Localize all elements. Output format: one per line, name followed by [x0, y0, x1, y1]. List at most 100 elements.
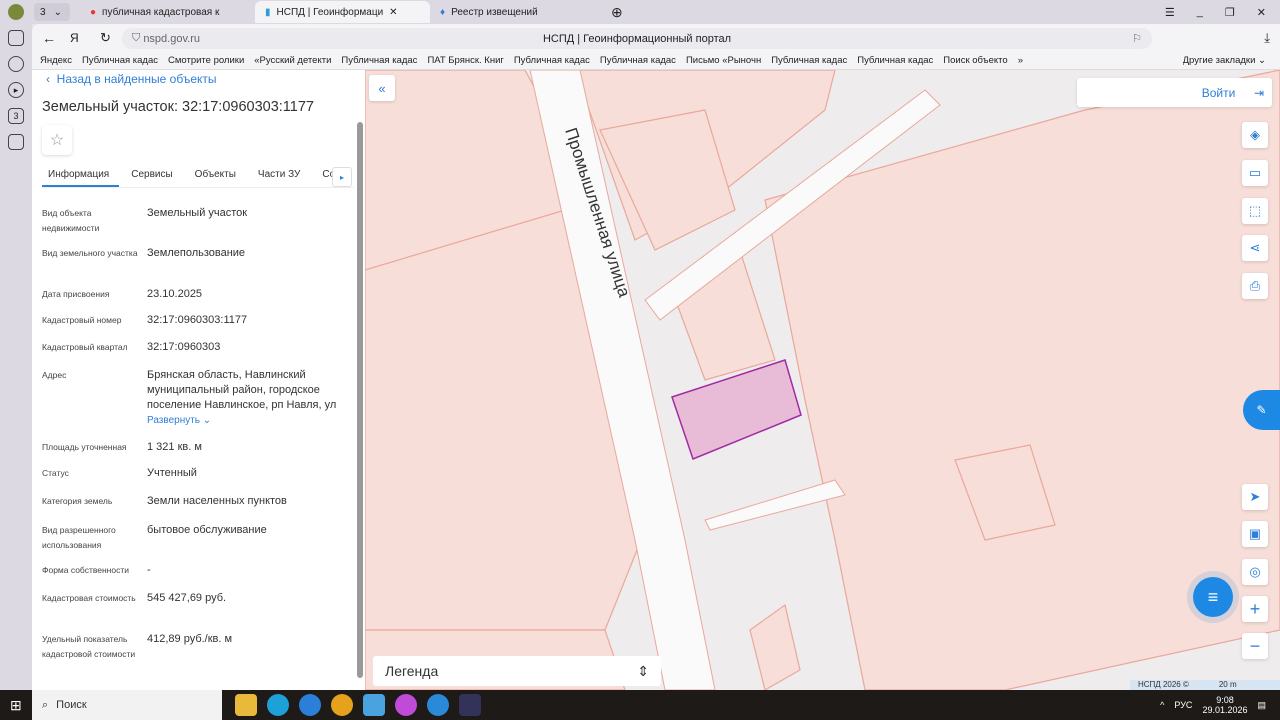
- emblem-icon: ♦: [440, 6, 446, 18]
- nspd-icon: ▮: [265, 6, 271, 18]
- bookmark-item[interactable]: Публичная кадас: [857, 55, 933, 66]
- address-bar: ← Я ↻ ⛉ nspd.gov.ru НСПД | Геоинформацио…: [32, 24, 1280, 52]
- collapse-panel-icon[interactable]: «: [369, 75, 395, 101]
- bookmark-item[interactable]: Публичная кадас: [341, 55, 417, 66]
- close-icon[interactable]: ✕: [389, 7, 397, 18]
- layers-icon[interactable]: ◈: [1242, 122, 1268, 148]
- bookmark-item[interactable]: «Русский детекти: [254, 55, 331, 66]
- bookmark-item[interactable]: ПАТ Брянск. Книг: [427, 55, 503, 66]
- close-window-icon[interactable]: ✕: [1257, 6, 1266, 19]
- field-value: 545 427,69 руб.: [147, 591, 352, 606]
- bookmark-item[interactable]: Публичная кадас: [82, 55, 158, 66]
- favorite-star-icon[interactable]: ☆: [42, 125, 72, 155]
- download-icon[interactable]: ⤓: [1264, 30, 1270, 46]
- more-bookmarks-icon[interactable]: »: [1018, 55, 1023, 66]
- field-row: Кадастровый квартал 32:17:0960303: [42, 340, 352, 355]
- field-row: Статус Учтенный: [42, 466, 352, 481]
- taskbar-search[interactable]: ⌕ Поиск: [32, 690, 222, 720]
- bookmark-item[interactable]: Смотрите ролики: [168, 55, 244, 66]
- explorer-icon[interactable]: [235, 694, 257, 716]
- tab-objects[interactable]: Объекты: [189, 160, 246, 187]
- play-icon[interactable]: ▸: [8, 82, 24, 98]
- bookmark-item[interactable]: Публичная кадас: [514, 55, 590, 66]
- bookmark-item[interactable]: Поиск объекто: [943, 55, 1007, 66]
- scale-bar: 20 m: [1218, 680, 1237, 689]
- selected-parcel: [671, 359, 802, 460]
- scrollbar[interactable]: [357, 122, 363, 678]
- language-indicator[interactable]: РУС: [1174, 700, 1192, 710]
- legend-dropdown[interactable]: Легенда ⇕: [373, 656, 661, 686]
- notifications-icon[interactable]: ▤: [1257, 700, 1266, 711]
- edge-icon[interactable]: [267, 694, 289, 716]
- tab-services[interactable]: Сервисы: [125, 160, 182, 187]
- windows-start-icon[interactable]: ⊞: [10, 697, 22, 714]
- feedback-icon[interactable]: ✎: [1243, 390, 1280, 430]
- bookmark-icon[interactable]: ⚐: [1132, 32, 1142, 45]
- field-value-text: Земли населенных пунктов: [147, 495, 287, 507]
- restore-icon[interactable]: ❐: [1225, 6, 1235, 19]
- share-icon[interactable]: ⋖: [1242, 235, 1268, 261]
- tab-yandex-search[interactable]: ● публичная кадастровая к: [80, 1, 255, 23]
- tabs-scroll-right-icon[interactable]: ▸: [332, 167, 352, 187]
- chevron-updown-icon: ⇕: [637, 662, 649, 679]
- profile-icon[interactable]: [8, 4, 24, 20]
- tabs-icon[interactable]: 3: [8, 108, 24, 124]
- bookmark-item[interactable]: Публичная кадас: [771, 55, 847, 66]
- telegram-icon[interactable]: [427, 694, 449, 716]
- field-label: Вид разрешенного использования: [42, 525, 116, 550]
- app-icon[interactable]: [395, 694, 417, 716]
- field-row: Вид объекта недвижимости Земельный участо…: [42, 206, 352, 236]
- chrome-icon[interactable]: [331, 694, 353, 716]
- minimap-icon[interactable]: ▣: [1242, 521, 1268, 547]
- field-value: 1 321 кв. м: [147, 440, 352, 455]
- tray-chevron-icon[interactable]: ^: [1160, 700, 1164, 710]
- field-value: Землепользование: [147, 246, 352, 261]
- expand-link[interactable]: Развернуть ⌄: [147, 413, 352, 428]
- map[interactable]: Промышленная улица « Войти ⇥ ◈ ▭ ⬚ ⋖ ⎙ ✎…: [365, 70, 1280, 690]
- page-title: НСПД | Геоинформационный портал: [542, 32, 732, 45]
- history-icon[interactable]: [8, 56, 24, 72]
- print-icon[interactable]: ⎙: [1242, 273, 1268, 299]
- bookmark-item[interactable]: Публичная кадас: [600, 55, 676, 66]
- chat-button[interactable]: ≡: [1193, 577, 1233, 617]
- info-tabs: Информация Сервисы Объекты Части ЗУ Сост…: [42, 160, 354, 188]
- zoom-in-button[interactable]: +: [1242, 596, 1268, 622]
- field-value: Земли населенных пунктов: [147, 494, 352, 509]
- select-area-icon[interactable]: ⬚: [1242, 198, 1268, 224]
- map-footer: НСПД 2026 © 20 m: [1130, 680, 1280, 690]
- clock[interactable]: 9:08 29.01.2026: [1202, 695, 1247, 715]
- tab-info[interactable]: Информация: [42, 160, 120, 187]
- menu-icon[interactable]: ☰: [1165, 6, 1175, 19]
- new-tab-button[interactable]: ⊕: [611, 4, 623, 21]
- yandex-browser-icon[interactable]: [459, 694, 481, 716]
- tab-parts[interactable]: Части ЗУ: [252, 160, 310, 187]
- app-icon[interactable]: [363, 694, 385, 716]
- login-button[interactable]: Войти ⇥: [1077, 78, 1272, 107]
- field-label: Адрес: [42, 370, 67, 380]
- tab-registry[interactable]: ♦ Реестр извещений: [430, 1, 605, 23]
- screenshot-icon[interactable]: [8, 134, 24, 150]
- bookmark-item[interactable]: Яндекс: [40, 55, 72, 66]
- field-value: 32:17:0960303: [147, 340, 352, 355]
- yandex-logo-icon[interactable]: Я: [70, 31, 79, 45]
- collections-icon[interactable]: [8, 30, 24, 46]
- back-icon[interactable]: ←: [42, 30, 56, 46]
- reload-icon[interactable]: ↻: [100, 30, 111, 46]
- bookmark-item[interactable]: Письмо «Рыночн: [686, 55, 761, 66]
- ie-icon[interactable]: [299, 694, 321, 716]
- zoom-out-button[interactable]: −: [1242, 633, 1268, 659]
- other-bookmarks[interactable]: Другие закладки ⌄: [1183, 55, 1280, 66]
- field-row: Вид разрешенного использования бытовое об…: [42, 523, 352, 553]
- geolocation-icon[interactable]: ◎: [1242, 559, 1268, 585]
- ruler-icon[interactable]: ▭: [1242, 160, 1268, 186]
- url-field[interactable]: ⛉ nspd.gov.ru НСПД | Геоинформационный п…: [122, 28, 1152, 49]
- minimize-icon[interactable]: _: [1197, 6, 1203, 19]
- back-link[interactable]: ‹ Назад в найденные объекты: [46, 72, 217, 86]
- tab-nspd[interactable]: ▮ НСПД | Геоинформаци ✕: [255, 1, 430, 23]
- locate-icon[interactable]: ➤: [1242, 484, 1268, 510]
- field-value: бытовое обслуживание: [147, 523, 352, 553]
- back-label: Назад в найденные объекты: [56, 72, 217, 86]
- field-row: Дата присвоения 23.10.2025: [42, 287, 352, 302]
- tab-groups-button[interactable]: 3 ⌄: [34, 3, 70, 21]
- field-row: Форма собственности -: [42, 563, 352, 578]
